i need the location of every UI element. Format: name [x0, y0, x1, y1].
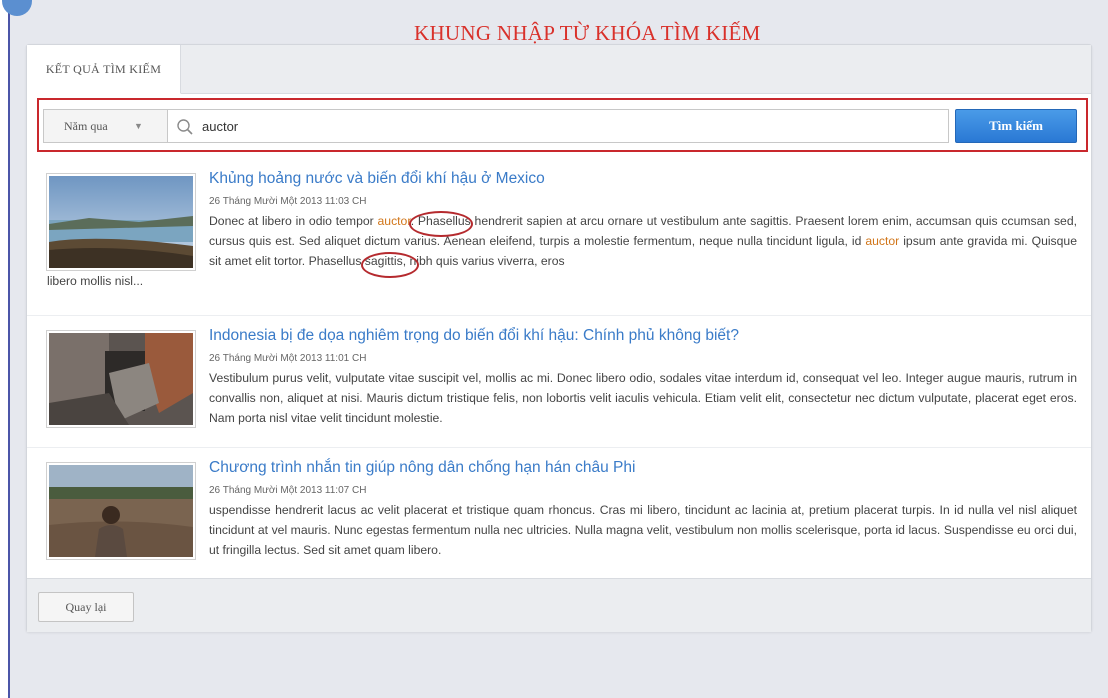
back-button[interactable]: Quay lại — [38, 592, 134, 622]
search-field[interactable] — [167, 109, 949, 143]
tabs-bar: KẾT QUẢ TÌM KIẾM — [27, 45, 1091, 94]
result-date: 26 Tháng Mười Một 2013 11:03 CH — [209, 196, 367, 207]
snippet-text: Donec at libero in odio tempor — [209, 214, 378, 228]
result-date: 26 Tháng Mười Một 2013 11:07 CH — [209, 485, 367, 496]
annotation-label: KHUNG NHẬP TỪ KHÓA TÌM KIẾM — [414, 21, 761, 45]
result-snippet: Vestibulum purus velit, vulputate vitae … — [209, 371, 1077, 425]
keyword-highlight: auctor — [377, 214, 411, 228]
result-snippet: Donec at libero in odio tempor auctor. P… — [209, 211, 1077, 271]
period-select[interactable]: Năm qua ▼ — [43, 109, 168, 143]
result-thumbnail[interactable] — [46, 330, 196, 428]
left-rail-border — [8, 0, 10, 698]
result-thumbnail[interactable] — [46, 173, 196, 271]
result-snippet: uspendisse hendrerit lacus ac velit plac… — [209, 503, 1077, 557]
search-results-panel: KẾT QUẢ TÌM KIẾM Năm qua ▼ Tìm kiếm — [26, 44, 1092, 632]
search-icon — [177, 119, 193, 135]
lake-shore-photo — [49, 176, 193, 268]
keyword-highlight: auctor — [865, 234, 900, 248]
search-bar: Năm qua ▼ Tìm kiếm — [43, 109, 1087, 143]
footer-bar: Quay lại — [27, 578, 1091, 632]
result-title-link[interactable]: Indonesia bị đe dọa nghiêm trọng do biến… — [209, 327, 739, 345]
damaged-building-photo — [49, 333, 193, 425]
chevron-down-icon: ▼ — [134, 121, 143, 131]
child-in-field-photo — [49, 465, 193, 557]
period-select-label: Năm qua — [64, 119, 108, 133]
result-item: Chương trình nhắn tin giúp nông dân chốn… — [27, 447, 1091, 578]
search-button[interactable]: Tìm kiếm — [955, 109, 1077, 143]
result-snippet-overflow: libero mollis nisl... — [47, 274, 144, 288]
keyword-circle-annotation — [361, 252, 419, 278]
search-input[interactable] — [202, 110, 942, 142]
left-rail — [0, 0, 8, 698]
result-thumbnail[interactable] — [46, 462, 196, 560]
result-date: 26 Tháng Mười Một 2013 11:01 CH — [209, 353, 367, 364]
tab-search-results[interactable]: KẾT QUẢ TÌM KIẾM — [27, 45, 181, 94]
result-title-link[interactable]: Chương trình nhắn tin giúp nông dân chốn… — [209, 459, 635, 477]
keyword-circle-annotation — [409, 211, 473, 237]
result-item: Khủng hoảng nước và biến đổi khí hậu ở M… — [27, 163, 1091, 303]
result-item: Indonesia bị đe dọa nghiêm trọng do biến… — [27, 315, 1091, 448]
result-title-link[interactable]: Khủng hoảng nước và biến đổi khí hậu ở M… — [209, 170, 545, 188]
